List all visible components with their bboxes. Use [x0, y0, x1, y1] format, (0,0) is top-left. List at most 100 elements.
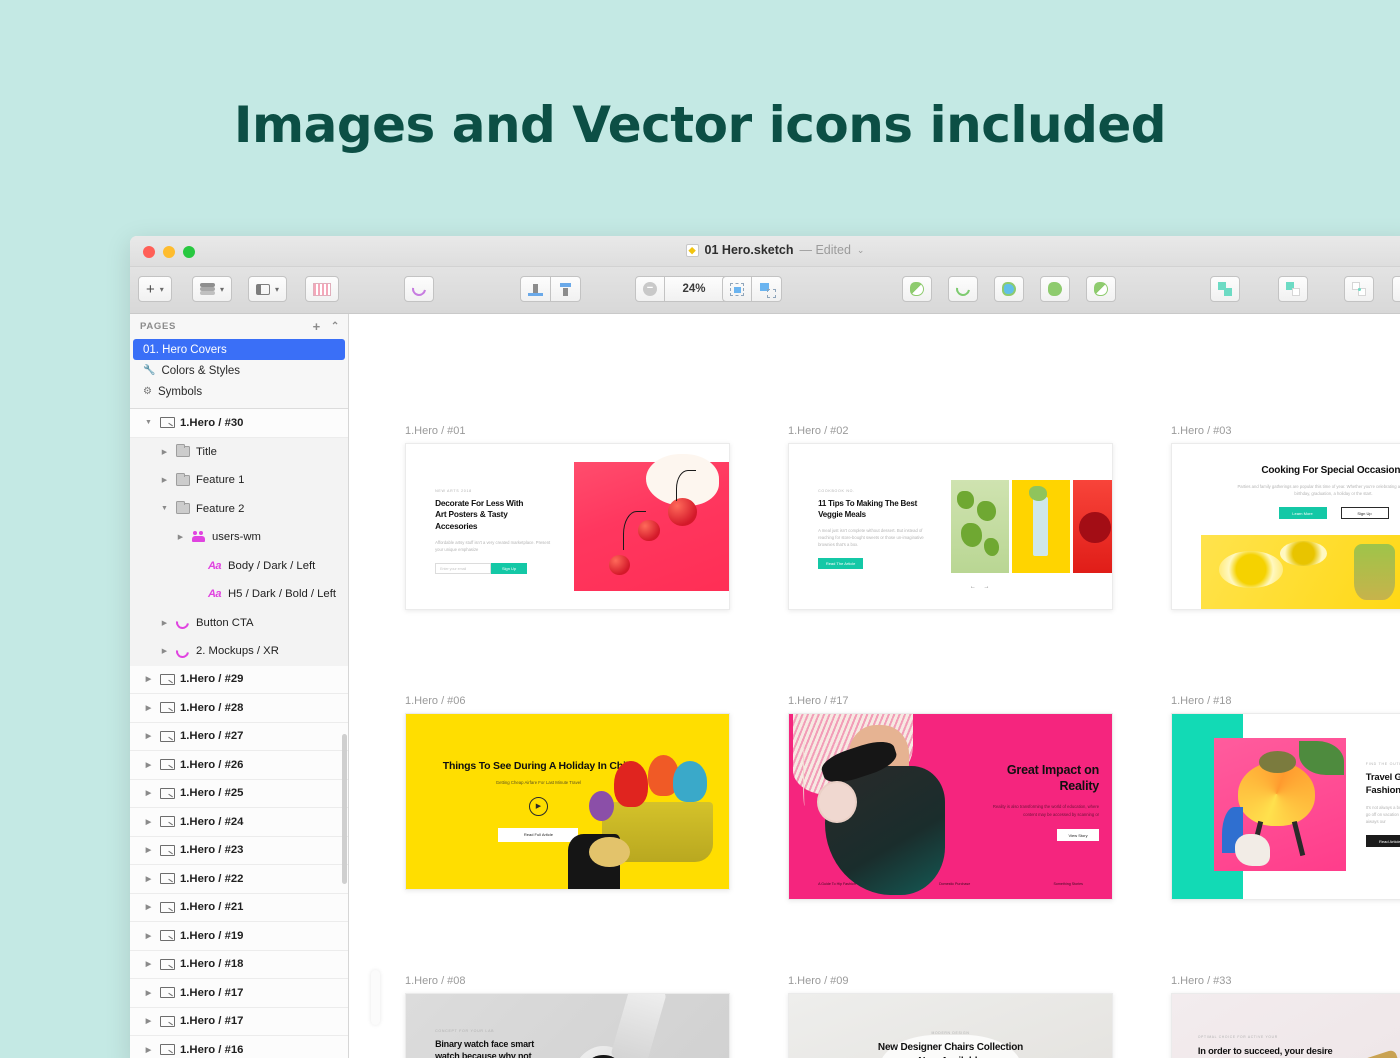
view-button[interactable]: ▾ — [248, 276, 288, 302]
layer-row[interactable]: ▶ 1.Hero / #27 — [130, 722, 348, 751]
chevron-right-icon[interactable]: ▶ — [144, 903, 153, 911]
document-title-area[interactable]: ◆ 01 Hero.sketch — Edited ⌄ — [130, 243, 1400, 257]
chevron-right-icon[interactable]: ▶ — [144, 875, 153, 883]
layer-row[interactable]: Aa Body / Dark / Left — [130, 551, 348, 580]
read-article-button[interactable]: Read Article — [1365, 835, 1400, 848]
layer-row[interactable]: ▶ 2. Mockups / XR — [130, 637, 348, 666]
layers-button[interactable]: ▾ — [192, 276, 233, 302]
sidebar-scrollbar[interactable] — [342, 734, 347, 884]
read-article-button[interactable]: Read Full Article — [498, 827, 579, 842]
layer-row[interactable]: ▶ 1.Hero / #21 — [130, 893, 348, 922]
footer-link[interactable]: A Guide To Hip Fashion — [818, 882, 856, 886]
layer-row[interactable]: ▶ 1.Hero / #19 — [130, 922, 348, 951]
artboard-hero-08[interactable]: 1.Hero / #08 CONCEPT FOR YOUR LAB Binary… — [405, 975, 730, 1058]
intersect-button[interactable] — [1344, 276, 1374, 302]
mask-button[interactable] — [902, 276, 932, 302]
layer-row[interactable]: ▶ 1.Hero / #17 — [130, 979, 348, 1008]
chevron-down-icon[interactable]: ▼ — [160, 505, 169, 512]
artboard-canvas[interactable]: OPTIMAL CHOICE FOR ACTIVE YOUR In order … — [1171, 993, 1400, 1058]
new-artboard-button[interactable] — [752, 276, 782, 302]
artboard-canvas[interactable]: Great Impact on Reality Reality is also … — [788, 713, 1113, 900]
canvas[interactable]: 1.Hero / #01 NEW ARTS 2018 Decorate For … — [349, 314, 1400, 1058]
layer-row[interactable]: ▶ Title — [130, 437, 348, 466]
chevron-right-icon[interactable]: ▶ — [144, 789, 153, 797]
zoom-out-button[interactable]: − — [635, 276, 665, 302]
artboard-canvas[interactable]: FIND THE OUTLET Travel Gear Fashion It's… — [1171, 713, 1400, 900]
chevron-right-icon[interactable]: ▶ — [160, 448, 169, 456]
chevron-right-icon[interactable]: ▶ — [144, 704, 153, 712]
canvas-scrollbar-vertical[interactable] — [371, 970, 380, 1025]
chevron-right-icon[interactable]: ▶ — [144, 732, 153, 740]
layer-row[interactable]: Aa H5 / Dark / Bold / Left — [130, 580, 348, 609]
artboard-hero-06[interactable]: 1.Hero / #06 Things To See During A Holi… — [405, 695, 730, 890]
chevron-right-icon[interactable]: ▶ — [144, 675, 153, 683]
signup-button[interactable]: Sign Up — [1340, 507, 1389, 520]
chevron-right-icon[interactable]: ▶ — [144, 960, 153, 968]
artboard-hero-33[interactable]: 1.Hero / #33 OPTIMAL CHOICE FOR ACTIVE Y… — [1171, 975, 1400, 1058]
artboard-canvas[interactable]: Things To See During A Holiday In Chile … — [405, 713, 730, 890]
chevron-right-icon[interactable]: ▶ — [144, 989, 153, 997]
chevron-right-icon[interactable]: ▶ — [144, 1046, 153, 1054]
artboard-hero-03[interactable]: 1.Hero / #03 Cooking For Special Occasio… — [1171, 425, 1400, 610]
layer-row[interactable]: ▶ Button CTA — [130, 608, 348, 637]
artboard-canvas[interactable]: Cooking For Special Occasions Parties an… — [1171, 443, 1400, 610]
layer-row[interactable]: ▶ 1.Hero / #28 — [130, 694, 348, 723]
artboard-canvas[interactable]: COOKBOOK NO. 11 Tips To Making The Best … — [788, 443, 1113, 610]
subtract-button[interactable] — [1278, 276, 1308, 302]
sidebar-item-hero-covers[interactable]: 01. Hero Covers — [133, 339, 345, 360]
artboard-hero-09[interactable]: 1.Hero / #09 MODERN DESIGN New Designer … — [788, 975, 1113, 1058]
layer-row[interactable]: ▶ Feature 1 — [130, 466, 348, 495]
signup-button[interactable]: Sign Up — [491, 563, 528, 575]
layer-row[interactable]: ▶ 1.Hero / #17 — [130, 1007, 348, 1036]
fill-blue-button[interactable] — [994, 276, 1024, 302]
layer-row[interactable]: ▶ 1.Hero / #26 — [130, 751, 348, 780]
layer-row[interactable]: ▶ 1.Hero / #24 — [130, 808, 348, 837]
chevron-right-icon[interactable]: ▶ — [144, 1017, 153, 1025]
chevron-right-icon[interactable]: ▶ — [144, 818, 153, 826]
artboard-canvas[interactable]: NEW ARTS 2018 Decorate For Less With Art… — [405, 443, 730, 610]
layer-row[interactable]: ▶ 1.Hero / #23 — [130, 836, 348, 865]
sidebar-item-symbols[interactable]: ⚙ Symbols — [130, 381, 348, 402]
read-article-button[interactable]: Read The Article — [818, 557, 864, 569]
layer-row[interactable]: ▼ Feature 2 — [130, 494, 348, 523]
artboard-canvas[interactable]: CONCEPT FOR YOUR LAB Binary watch face s… — [405, 993, 730, 1058]
view-story-button[interactable]: View Story — [1057, 829, 1100, 842]
hero-footer-links[interactable]: A Guide To Hip Fashion Domestic Purchase… — [818, 882, 1083, 886]
layer-row[interactable]: ▶ 1.Hero / #25 — [130, 779, 348, 808]
add-page-icon[interactable]: + — [313, 320, 321, 333]
chevron-right-icon[interactable]: ▶ — [144, 761, 153, 769]
learn-more-button[interactable]: Learn More — [1278, 507, 1327, 520]
union-button[interactable] — [1210, 276, 1240, 302]
align-top-button[interactable] — [520, 276, 551, 302]
rotate-green-button[interactable] — [948, 276, 978, 302]
carousel-nav[interactable]: ← → — [970, 584, 993, 590]
artboard-canvas[interactable]: MODERN DESIGN New Designer Chairs Collec… — [788, 993, 1113, 1058]
distribute-button[interactable] — [551, 276, 581, 302]
chevron-right-icon[interactable]: ▶ — [160, 476, 169, 484]
chevron-down-icon[interactable]: ⌄ — [857, 245, 865, 256]
layer-row[interactable]: ▶ 1.Hero / #16 — [130, 1036, 348, 1058]
rotate-copies-button[interactable] — [404, 276, 434, 302]
layer-row[interactable]: ▶ 1.Hero / #18 — [130, 950, 348, 979]
scale-button[interactable] — [1086, 276, 1116, 302]
layer-row[interactable]: ▶ 1.Hero / #29 — [130, 665, 348, 694]
insert-button[interactable]: + ▾ — [138, 276, 172, 302]
chevron-right-icon[interactable]: ▶ — [160, 619, 169, 627]
fill-green-button[interactable] — [1040, 276, 1070, 302]
artboard-hero-18[interactable]: 1.Hero / #18 FIND THE OUTLET Tra — [1171, 695, 1400, 900]
grid-button[interactable] — [305, 276, 339, 302]
chevron-right-icon[interactable]: ▶ — [160, 647, 169, 655]
collapse-pages-icon[interactable]: ⌃ — [331, 321, 340, 332]
sidebar-item-colors-styles[interactable]: 🔧 Colors & Styles — [130, 360, 348, 381]
chevron-right-icon[interactable]: ▶ — [144, 932, 153, 940]
zoom-level-display[interactable]: 24% — [665, 276, 724, 302]
fit-artboard-button[interactable] — [722, 276, 752, 302]
email-input[interactable]: Enter your email — [435, 563, 492, 575]
footer-link[interactable]: Domestic Purchase — [939, 882, 970, 886]
footer-link[interactable]: Something Stories — [1054, 882, 1083, 886]
chevron-right-icon[interactable]: ▶ — [176, 533, 185, 541]
play-button[interactable]: ▶ — [528, 796, 548, 816]
artboard-hero-01[interactable]: 1.Hero / #01 NEW ARTS 2018 Decorate For … — [405, 425, 730, 610]
layer-row[interactable]: ▼ 1.Hero / #30 — [130, 409, 348, 438]
artboard-hero-17[interactable]: 1.Hero / #17 Great Impact on Reality Rea… — [788, 695, 1113, 900]
